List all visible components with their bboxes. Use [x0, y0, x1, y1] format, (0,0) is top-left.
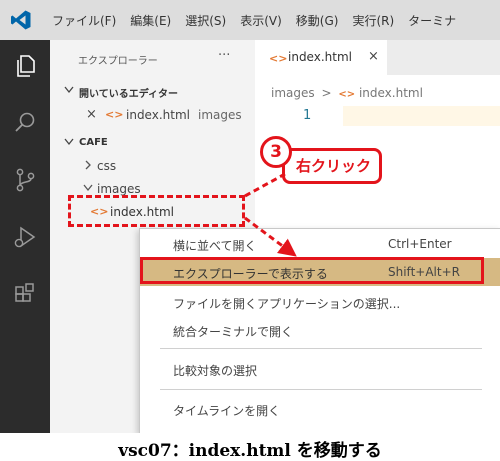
highlight-box: [140, 257, 484, 284]
current-line-highlight: [343, 106, 500, 126]
menu-items: ファイル(F) 編集(E) 選択(S) 表示(V) 移動(G) 実行(R) ター…: [52, 0, 470, 40]
breadcrumb-folder[interactable]: images: [271, 86, 315, 100]
ctx-select-for-compare[interactable]: 比較対象の選択: [140, 355, 500, 383]
menu-file[interactable]: ファイル(F): [52, 12, 116, 29]
ctx-open-with[interactable]: ファイルを開くアプリケーションの選択...: [140, 288, 500, 316]
sidebar-title: エクスプローラー: [78, 56, 158, 67]
close-editor-icon[interactable]: ×: [86, 107, 97, 122]
callout-text: 右クリック: [296, 157, 372, 175]
ctx-open-to-side[interactable]: 横に並べて開く Ctrl+Enter: [140, 230, 500, 258]
menu-terminal[interactable]: ターミナ: [408, 12, 456, 29]
html-file-icon: <>: [338, 89, 356, 100]
chevron-down-icon: [64, 83, 74, 100]
ctx-shortcut: Ctrl+Enter: [388, 237, 452, 251]
workspace-label: CAFE: [79, 137, 108, 148]
ctx-label: 横に並べて開く: [173, 239, 257, 253]
search-icon[interactable]: [12, 110, 38, 136]
menu-view[interactable]: 表示(V): [240, 12, 282, 29]
extensions-icon[interactable]: [12, 282, 38, 308]
open-editors-header[interactable]: 開いているエディター: [50, 80, 255, 102]
chevron-right-icon: [83, 158, 93, 175]
tree-folder-css[interactable]: css: [50, 156, 255, 178]
folder-name: images: [97, 182, 141, 196]
ctx-label: ファイルを開くアプリケーションの選択...: [173, 297, 401, 311]
breadcrumb: images > <> index.html: [271, 86, 423, 100]
breadcrumb-file[interactable]: index.html: [359, 86, 423, 100]
open-editor-item[interactable]: × <> index.html images: [50, 105, 255, 127]
source-control-icon[interactable]: [12, 167, 38, 193]
figure-caption: vsc07：index.html を移動する: [118, 441, 382, 461]
right-click-target-box: [68, 195, 245, 227]
run-debug-icon[interactable]: [12, 224, 38, 250]
open-editor-folder: images: [198, 108, 242, 122]
chevron-down-icon: [64, 135, 74, 152]
html-file-icon: <>: [269, 52, 288, 65]
activity-bar: [0, 40, 50, 433]
ctx-open-timeline[interactable]: タイムラインを開く: [140, 395, 500, 423]
more-actions-button[interactable]: ···: [218, 48, 230, 63]
menu-divider: [160, 348, 482, 349]
tab-strip: <> index.html ×: [255, 40, 500, 75]
breadcrumb-separator: >: [321, 86, 332, 100]
open-editor-filename: index.html: [126, 108, 190, 122]
menu-go[interactable]: 移動(G): [296, 12, 339, 29]
line-number: 1: [303, 108, 312, 123]
ctx-label: 比較対象の選択: [173, 364, 258, 378]
tab-index-html[interactable]: <> index.html ×: [255, 40, 387, 75]
menu-bar: ファイル(F) 編集(E) 選択(S) 表示(V) 移動(G) 実行(R) ター…: [0, 0, 500, 40]
vscode-window: ファイル(F) 編集(E) 選択(S) 表示(V) 移動(G) 実行(R) ター…: [0, 0, 500, 433]
html-file-icon: <>: [105, 108, 124, 121]
ctx-open-in-terminal[interactable]: 統合ターミナルで開く: [140, 316, 500, 344]
close-icon[interactable]: ×: [368, 49, 379, 64]
menu-selection[interactable]: 選択(S): [185, 12, 226, 29]
workspace-header[interactable]: CAFE: [50, 132, 255, 154]
open-editors-label: 開いているエディター: [79, 89, 178, 100]
ctx-label: タイムラインを開く: [173, 404, 281, 418]
explorer-icon[interactable]: [12, 53, 38, 79]
menu-run[interactable]: 実行(R): [352, 12, 394, 29]
menu-edit[interactable]: 編集(E): [130, 12, 171, 29]
ctx-label: 統合ターミナルで開く: [173, 325, 294, 339]
folder-name: css: [97, 159, 117, 173]
menu-divider: [160, 389, 482, 390]
step-callout: 3 右クリック: [260, 136, 382, 184]
vscode-logo-icon: [11, 10, 31, 30]
step-number-badge: 3: [260, 136, 292, 168]
tab-label: index.html: [288, 50, 352, 64]
